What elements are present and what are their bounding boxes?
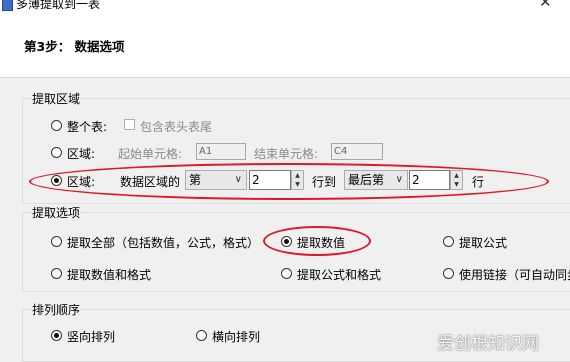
extract-formulas-format-label: 提取公式和格式 [297,268,382,282]
vertical-order-radio[interactable] [51,330,62,341]
to-row-select[interactable]: 最后第 ∨ [344,170,408,190]
from-row-stepper[interactable]: ▲ ▼ [291,170,304,190]
region-rows-radio[interactable] [51,175,62,186]
extract-formulas-radio[interactable] [443,236,454,247]
extract-options-legend: 提取选项 [31,204,82,221]
extract-values-label: 提取数值 [297,236,346,250]
start-cell-label: 起始单元格: [118,147,183,161]
from-row-select-value: 第 [189,173,202,187]
use-links-radio[interactable] [443,268,454,279]
chevron-down-icon: ∨ [395,174,403,185]
row-suffix-label: 行 [472,175,485,189]
region-rows-label: 区域: [67,175,96,189]
to-row-input[interactable]: 2 [409,170,450,190]
start-cell-input[interactable]: A1 [196,143,246,160]
to-row-stepper[interactable]: ▲ ▼ [450,170,463,190]
include-header-label: 包含表头表尾 [140,120,213,134]
extract-all-label: 提取全部（包括数值，公式，格式） [67,236,260,250]
from-row-input[interactable]: 2 [249,170,291,190]
to-row-label: 行到 [312,175,337,189]
region-cells-label: 区域: [67,147,96,161]
data-region-label: 数据区域的 [120,175,181,189]
window-title: 多薄提取到一表 [16,0,101,11]
end-cell-input[interactable]: C4 [331,143,383,160]
watermark-text: 爱创根知识网 [437,334,539,354]
horizontal-order-label: 横向排列 [212,330,261,344]
extract-values-format-label: 提取数值和格式 [67,268,152,282]
extract-formulas-label: 提取公式 [459,236,508,250]
end-cell-label: 结束单元格: [254,147,319,161]
chevron-down-icon: ∨ [234,174,242,185]
title-bar: 多薄提取到一表 ✕ [0,0,570,12]
vertical-order-label: 竖向排列 [67,330,116,344]
sort-order-legend: 排列顺序 [31,301,82,318]
extract-all-radio[interactable] [51,236,62,247]
to-row-select-value: 最后第 [348,173,385,187]
extract-region-legend: 提取区域 [31,90,82,107]
use-links-label: 使用链接（可自动同步 [459,268,570,282]
region-cells-radio[interactable] [51,147,62,158]
extract-values-radio[interactable] [281,236,292,247]
whole-table-radio[interactable] [51,120,62,131]
close-icon[interactable]: ✕ [539,0,552,11]
wizard-header: 第3步： 数据选项 [0,12,570,78]
app-icon [2,0,13,11]
horizontal-order-radio[interactable] [196,330,207,341]
extract-formulas-format-radio[interactable] [281,268,292,279]
step-title: 第3步： 数据选项 [24,39,125,54]
from-row-select[interactable]: 第 ∨ [185,170,247,190]
whole-table-label: 整个表: [67,120,108,134]
include-header-checkbox[interactable] [124,119,135,130]
extract-values-format-radio[interactable] [51,268,62,279]
